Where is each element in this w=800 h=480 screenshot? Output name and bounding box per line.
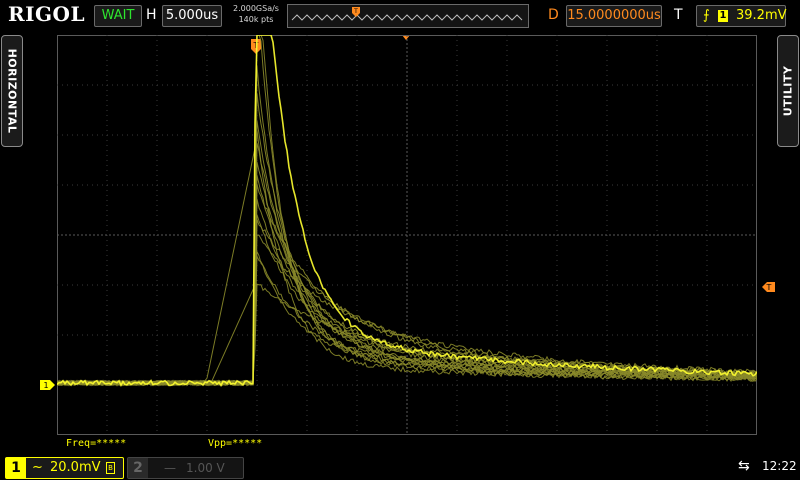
channel-1-scale: 20.0mV bbox=[50, 460, 101, 475]
waveform-display[interactable] bbox=[56, 34, 758, 435]
waveform-trace bbox=[56, 234, 758, 387]
svg-text:1: 1 bbox=[43, 381, 48, 390]
channel-2-scale: 1.00 V bbox=[186, 461, 225, 475]
dc-coupling-icon: — bbox=[164, 461, 176, 475]
channel-2-settings[interactable]: 2 — 1.00 V bbox=[127, 457, 244, 479]
waveform-svg bbox=[56, 34, 758, 435]
trigger-level-marker[interactable]: T bbox=[762, 282, 775, 292]
clock-time: 12:22 bbox=[762, 459, 797, 473]
ac-coupling-icon: ~ bbox=[32, 460, 43, 475]
channel-1-number: 1 bbox=[6, 458, 26, 478]
bandwidth-limit-icon: B bbox=[106, 462, 115, 474]
usb-icon: ⇆ bbox=[738, 458, 750, 474]
channel-1-settings[interactable]: 1 ~ 20.0mV B bbox=[5, 457, 124, 479]
bottom-status-bar: 1 ~ 20.0mV B 2 — 1.00 V ⇆ 12:22 bbox=[0, 455, 800, 480]
svg-text:T: T bbox=[766, 283, 772, 292]
measurement-vpp: Vpp=***** bbox=[208, 438, 263, 449]
channel-2-number: 2 bbox=[128, 458, 148, 478]
measurement-freq: Freq=***** bbox=[66, 438, 127, 449]
ch1-offset-marker[interactable]: 1 bbox=[40, 380, 55, 390]
